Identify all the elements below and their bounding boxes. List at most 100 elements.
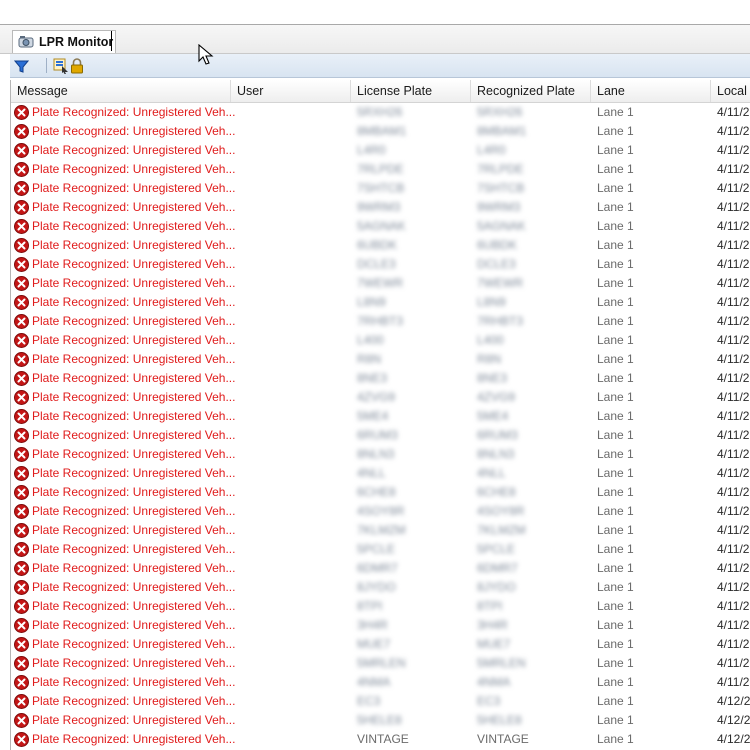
message-cell: Plate Recognized: Unregistered Veh... <box>14 616 236 635</box>
table-row[interactable]: Plate Recognized: Unregistered Veh... 5AG… <box>11 217 750 236</box>
grid-header: Message User License Plate Recognized Pl… <box>11 80 750 103</box>
table-row[interactable]: Plate Recognized: Unregistered Veh... DCL… <box>11 255 750 274</box>
recognized-plate-cell: 3H4R <box>477 618 508 632</box>
tab-lpr-monitor[interactable]: LPR Monitor <box>12 30 116 53</box>
table-row[interactable]: Plate Recognized: Unregistered Veh... 7RH… <box>11 312 750 331</box>
table-row[interactable]: Plate Recognized: Unregistered Veh... 4ZV… <box>11 388 750 407</box>
table-row[interactable]: Plate Recognized: Unregistered Veh... 5PC… <box>11 540 750 559</box>
message-text: Plate Recognized: Unregistered Veh... <box>32 523 236 537</box>
license-plate-cell: 7RLPDE <box>357 162 404 176</box>
license-plate-cell: 5RXH26 <box>357 105 403 119</box>
table-row[interactable]: Plate Recognized: Unregistered Veh... 4NM… <box>11 673 750 692</box>
table-row[interactable]: Plate Recognized: Unregistered Veh... 8NL… <box>11 445 750 464</box>
recognized-plate-cell: 4ZVG9 <box>477 390 516 404</box>
table-row[interactable]: Plate Recognized: Unregistered Veh... 8NE… <box>11 369 750 388</box>
lane-cell: Lane 1 <box>597 447 634 461</box>
local-time-cell: 4/11/2 <box>717 276 750 290</box>
table-row[interactable]: Plate Recognized: Unregistered Veh... 7SH… <box>11 179 750 198</box>
column-header-local-time[interactable]: Local T <box>711 80 750 102</box>
table-row[interactable]: Plate Recognized: Unregistered Veh... 8TP… <box>11 597 750 616</box>
table-row[interactable]: Plate Recognized: Unregistered Veh... 4SO… <box>11 502 750 521</box>
local-time-cell: 4/11/2 <box>717 314 750 328</box>
filter-button[interactable] <box>12 57 30 75</box>
license-plate-cell: 8NLN3 <box>357 447 395 461</box>
table-row[interactable]: Plate Recognized: Unregistered Veh... L40… <box>11 331 750 350</box>
column-header-recognized-plate[interactable]: Recognized Plate <box>471 80 591 102</box>
error-icon <box>14 504 29 519</box>
license-plate-cell: 4NLL <box>357 466 386 480</box>
table-row[interactable]: Plate Recognized: Unregistered Veh... L8N… <box>11 293 750 312</box>
error-icon <box>14 219 29 234</box>
lpr-events-grid[interactable]: Message User License Plate Recognized Pl… <box>10 80 750 750</box>
license-plate-cell: 5PCLE <box>357 542 396 556</box>
recognized-plate-cell: 4NMA <box>477 675 511 689</box>
table-row[interactable]: Plate Recognized: Unregistered Veh... R8N… <box>11 350 750 369</box>
tab-label: LPR Monitor <box>39 35 114 49</box>
local-time-cell: 4/11/2 <box>717 428 750 442</box>
recognized-plate-cell: 4SOY8R <box>477 504 525 518</box>
recognized-plate-cell: 7KLMZM <box>477 523 526 537</box>
table-row[interactable]: Plate Recognized: Unregistered Veh... 6UB… <box>11 236 750 255</box>
table-row[interactable]: Plate Recognized: Unregistered Veh... 5HE… <box>11 711 750 730</box>
column-header-message[interactable]: Message <box>11 80 231 102</box>
table-row[interactable]: Plate Recognized: Unregistered Veh... 5MR… <box>11 654 750 673</box>
table-row[interactable]: Plate Recognized: Unregistered Veh... 6DM… <box>11 559 750 578</box>
recognized-plate-cell: 4NLL <box>477 466 506 480</box>
message-text: Plate Recognized: Unregistered Veh... <box>32 504 236 518</box>
error-icon <box>14 637 29 652</box>
error-icon <box>14 390 29 405</box>
column-header-lane[interactable]: Lane <box>591 80 711 102</box>
table-row[interactable]: Plate Recognized: Unregistered Veh... 8MB… <box>11 122 750 141</box>
license-plate-cell: R8N <box>357 352 382 366</box>
table-row[interactable]: Plate Recognized: Unregistered Veh... 7KL… <box>11 521 750 540</box>
user-cell <box>237 198 347 217</box>
table-row[interactable]: Plate Recognized: Unregistered Veh... 6CH… <box>11 483 750 502</box>
table-row[interactable]: Plate Recognized: Unregistered Veh... VIN… <box>11 730 750 749</box>
local-time-cell: 4/11/2 <box>717 542 750 556</box>
recognized-plate-cell: 5ME4 <box>477 409 509 423</box>
column-header-license-plate[interactable]: License Plate <box>351 80 471 102</box>
license-plate-cell: DCLE3 <box>357 257 396 271</box>
window-top-band <box>0 0 750 24</box>
error-icon <box>14 580 29 595</box>
lane-cell: Lane 1 <box>597 485 634 499</box>
mouse-pointer-icon <box>198 44 214 65</box>
lane-cell: Lane 1 <box>597 143 634 157</box>
message-cell: Plate Recognized: Unregistered Veh... <box>14 350 236 369</box>
table-row[interactable]: Plate Recognized: Unregistered Veh... 7RL… <box>11 160 750 179</box>
license-plate-cell: 6DMR7 <box>357 561 398 575</box>
message-cell: Plate Recognized: Unregistered Veh... <box>14 312 236 331</box>
lane-cell: Lane 1 <box>597 238 634 252</box>
lock-button[interactable] <box>68 57 86 75</box>
user-cell <box>237 141 347 160</box>
license-plate-cell: L4R0 <box>357 143 386 157</box>
recognized-plate-cell: MUE7 <box>477 637 511 651</box>
lane-cell: Lane 1 <box>597 219 634 233</box>
column-header-user[interactable]: User <box>231 80 351 102</box>
table-row[interactable]: Plate Recognized: Unregistered Veh... MUE… <box>11 635 750 654</box>
local-time-cell: 4/11/2 <box>717 352 750 366</box>
message-cell: Plate Recognized: Unregistered Veh... <box>14 293 236 312</box>
table-row[interactable]: Plate Recognized: Unregistered Veh... 9WR… <box>11 198 750 217</box>
local-time-cell: 4/11/2 <box>717 637 750 651</box>
table-row[interactable]: Plate Recognized: Unregistered Veh... 4NL… <box>11 464 750 483</box>
message-cell: Plate Recognized: Unregistered Veh... <box>14 521 236 540</box>
table-row[interactable]: Plate Recognized: Unregistered Veh... 5ME… <box>11 407 750 426</box>
message-cell: Plate Recognized: Unregistered Veh... <box>14 483 236 502</box>
recognized-plate-cell: 7SHTCB <box>477 181 525 195</box>
table-row[interactable]: Plate Recognized: Unregistered Veh... EC3… <box>11 692 750 711</box>
message-text: Plate Recognized: Unregistered Veh... <box>32 409 236 423</box>
table-row[interactable]: Plate Recognized: Unregistered Veh... 8JY… <box>11 578 750 597</box>
license-plate-cell: 5ME4 <box>357 409 389 423</box>
table-row[interactable]: Plate Recognized: Unregistered Veh... 3H4… <box>11 616 750 635</box>
recognized-plate-cell: 5RXH26 <box>477 105 523 119</box>
table-row[interactable]: Plate Recognized: Unregistered Veh... 6RU… <box>11 426 750 445</box>
table-row[interactable]: Plate Recognized: Unregistered Veh... 7WE… <box>11 274 750 293</box>
message-text: Plate Recognized: Unregistered Veh... <box>32 561 236 575</box>
error-icon <box>14 466 29 481</box>
error-icon <box>14 675 29 690</box>
table-row[interactable]: Plate Recognized: Unregistered Veh... L4R… <box>11 141 750 160</box>
user-cell <box>237 540 347 559</box>
error-icon <box>14 732 29 747</box>
table-row[interactable]: Plate Recognized: Unregistered Veh... 5RX… <box>11 103 750 122</box>
